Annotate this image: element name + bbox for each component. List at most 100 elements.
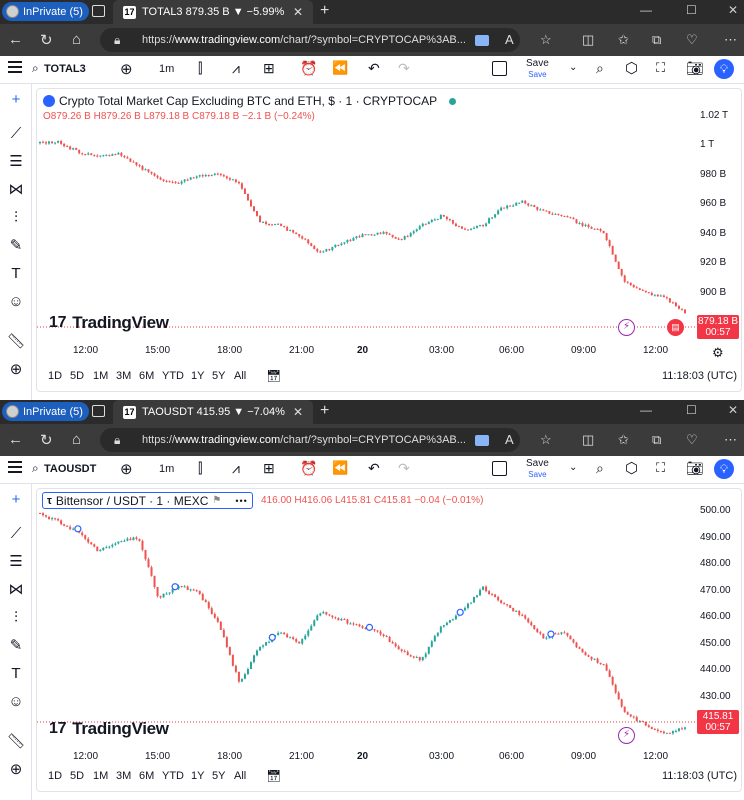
back-icon[interactable]: ← (8, 431, 23, 448)
brush-icon[interactable]: ✎ (6, 636, 26, 656)
tab-actions-icon[interactable] (92, 405, 105, 417)
flag-icon[interactable]: ⚑ (212, 495, 221, 506)
chart-legend[interactable]: Crypto Total Market Cap Excluding BTC an… (43, 94, 457, 108)
tab-close-icon[interactable]: ✕ (293, 5, 303, 19)
ruler-icon[interactable]: 📏︎ (6, 732, 26, 752)
indicators-icon[interactable]: ⩘ (232, 60, 240, 77)
favorite-star-icon[interactable]: ☆ (540, 432, 552, 448)
quick-search-icon[interactable]: ⌕ (596, 60, 604, 77)
more-menu-icon[interactable]: ⋯ (724, 432, 737, 448)
select-layout-icon[interactable] (492, 461, 507, 476)
inprivate-badge[interactable]: InPrivate (5) (2, 2, 89, 21)
zoom-icon[interactable]: ⊕ (6, 760, 26, 780)
publish-icon[interactable]: 💡︎ (714, 59, 734, 79)
range-1m[interactable]: 1M (93, 370, 108, 382)
event-marker[interactable] (456, 608, 464, 616)
range-ytd[interactable]: YTD (162, 770, 184, 782)
tag-icon[interactable] (475, 35, 489, 46)
new-tab-icon[interactable]: + (320, 2, 329, 20)
home-icon[interactable]: ⌂ (72, 431, 81, 448)
interval-label[interactable]: 1m (159, 463, 174, 475)
split-screen-icon[interactable]: ◫ (582, 32, 594, 48)
replay-icon[interactable]: ⏪ (332, 460, 348, 476)
text-tool-icon[interactable]: T (6, 664, 26, 684)
event-marker[interactable] (365, 623, 374, 631)
range-ytd[interactable]: YTD (162, 370, 184, 382)
select-layout-icon[interactable] (492, 61, 507, 76)
more-menu-icon[interactable]: ⋯ (724, 32, 737, 48)
range-5y[interactable]: 5Y (212, 770, 225, 782)
event-marker[interactable] (74, 525, 82, 533)
range-5d[interactable]: 5D (70, 770, 84, 782)
trend-line-icon[interactable]: ⟋ (6, 124, 26, 144)
extensions-icon[interactable]: ♡ (686, 432, 698, 448)
chart-settings-gear-icon[interactable]: ⚙ (712, 345, 724, 361)
utc-clock[interactable]: 11:18:03 (UTC) (662, 370, 737, 382)
range-3m[interactable]: 3M (116, 370, 131, 382)
trend-line-icon[interactable]: ⟋ (6, 524, 26, 544)
undo-icon[interactable]: ↶ (368, 60, 380, 77)
lock-icon[interactable]: 🔒︎ (114, 433, 120, 448)
range-1y[interactable]: 1Y (191, 770, 204, 782)
range-1d[interactable]: 1D (48, 370, 62, 382)
address-bar[interactable]: 🔒︎ https://www.tradingview.com/chart/?sy… (100, 28, 520, 52)
tab-actions-icon[interactable] (92, 5, 105, 17)
menu-icon[interactable] (8, 61, 22, 73)
tag-icon[interactable] (475, 435, 489, 446)
layouts-icon[interactable]: ⊞ (263, 60, 275, 77)
minimize-icon[interactable]: — (640, 403, 652, 417)
redo-icon[interactable]: ↷ (398, 60, 410, 77)
us-flag-icon[interactable]: ▤ (667, 319, 684, 336)
symbol-label[interactable]: TAOUSDT (44, 463, 96, 475)
favorites-icon[interactable]: ✩ (618, 432, 629, 448)
candles-icon[interactable]: ⫿ (198, 460, 202, 477)
pattern-icon[interactable]: ⋈ (6, 180, 26, 200)
save-dropdown-icon[interactable]: ⌄ (569, 462, 577, 473)
more-options-icon[interactable]: ••• (235, 496, 247, 506)
range-1y[interactable]: 1Y (191, 370, 204, 382)
event-marker[interactable] (268, 633, 276, 641)
menu-icon[interactable] (8, 461, 22, 473)
range-1m[interactable]: 1M (93, 770, 108, 782)
tab-close-icon[interactable]: ✕ (293, 405, 303, 419)
chart-pane[interactable]: τ Bittensor / USDT · 1 · MEXC ⚑ ••• 416.00 H… (36, 488, 742, 792)
brush-icon[interactable]: ✎ (6, 236, 26, 256)
candles-icon[interactable]: ⫿ (198, 60, 202, 77)
price-chart[interactable] (37, 489, 742, 792)
fullscreen-icon[interactable]: ⛶ (656, 460, 665, 476)
address-bar[interactable]: 🔒︎ https://www.tradingview.com/chart/?sy… (100, 428, 520, 452)
inprivate-badge[interactable]: InPrivate (5) (2, 402, 89, 421)
settings-hex-icon[interactable]: ⬡ (625, 459, 638, 477)
snapshot-icon[interactable]: 📷︎ (686, 460, 704, 477)
read-aloud-icon[interactable]: A (505, 432, 514, 447)
read-aloud-icon[interactable]: A (505, 32, 514, 47)
maximize-icon[interactable]: ☐ (686, 403, 697, 417)
minimize-icon[interactable]: — (640, 3, 652, 17)
symbol-label[interactable]: TOTAL3 (44, 63, 86, 75)
range-5d[interactable]: 5D (70, 370, 84, 382)
snapshot-icon[interactable]: 📷︎ (686, 60, 704, 77)
redo-icon[interactable]: ↷ (398, 460, 410, 477)
alert-icon[interactable]: ⏰ (300, 60, 317, 77)
refresh-icon[interactable]: ↻ (40, 31, 53, 49)
quick-search-icon[interactable]: ⌕ (596, 460, 604, 477)
collections-icon[interactable]: ⧉ (652, 32, 661, 48)
fullscreen-icon[interactable]: ⛶ (656, 60, 665, 76)
undo-icon[interactable]: ↶ (368, 460, 380, 477)
range-5y[interactable]: 5Y (212, 370, 225, 382)
emoji-icon[interactable]: ☺ (6, 692, 26, 712)
utc-clock[interactable]: 11:18:03 (UTC) (662, 770, 737, 782)
fib-icon[interactable]: ☰ (6, 152, 26, 172)
forecast-icon[interactable]: ⫶ (6, 608, 26, 628)
compare-plus-icon[interactable]: ⊕ (120, 460, 133, 478)
bolt-icon[interactable]: ⚡︎ (618, 727, 635, 744)
interval-label[interactable]: 1m (159, 63, 174, 75)
indicators-icon[interactable]: ⩘ (232, 460, 240, 477)
layouts-icon[interactable]: ⊞ (263, 460, 275, 477)
fib-icon[interactable]: ☰ (6, 552, 26, 572)
replay-icon[interactable]: ⏪ (332, 60, 348, 76)
zoom-icon[interactable]: ⊕ (6, 360, 26, 380)
forecast-icon[interactable]: ⫶ (6, 208, 26, 228)
chart-legend[interactable]: τ Bittensor / USDT · 1 · MEXC ⚑ ••• (42, 492, 253, 509)
maximize-icon[interactable]: ☐ (686, 3, 697, 17)
